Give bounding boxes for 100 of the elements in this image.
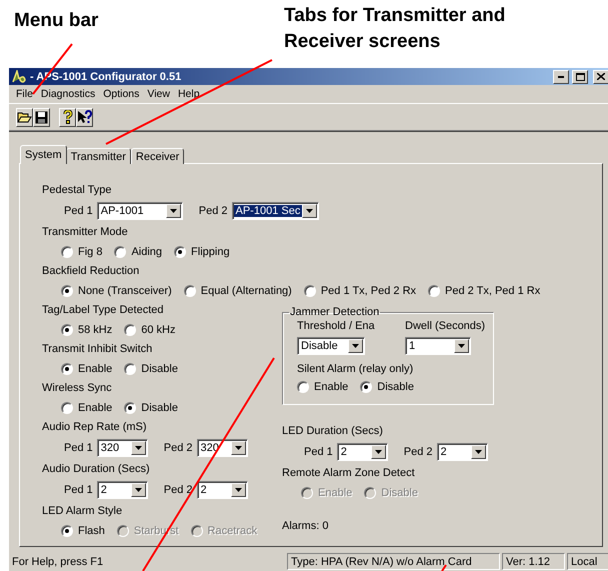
- radio-label: Racetrack: [208, 524, 258, 536]
- status-pane: Ver: 1.12: [502, 553, 565, 570]
- maximize-button[interactable]: [572, 70, 588, 84]
- radio-label: None (Transceiver): [78, 284, 172, 296]
- radio-button[interactable]: [61, 324, 73, 336]
- dropdown-arrow-icon: [170, 209, 177, 213]
- radio-label: Ped 2 Tx, Ped 1 Rx: [445, 284, 540, 296]
- section-label: Transmit Inhibit Switch: [42, 342, 154, 357]
- section-label: Backfield Reduction: [42, 264, 140, 279]
- radio-button[interactable]: [61, 362, 73, 374]
- radio-label: Enable: [78, 402, 112, 414]
- radio-button[interactable]: [174, 246, 186, 258]
- save-button[interactable]: [33, 108, 50, 126]
- menu-item[interactable]: Help: [174, 88, 204, 100]
- radio-button[interactable]: [297, 380, 309, 392]
- menu-item[interactable]: View: [143, 88, 174, 100]
- open-folder-button[interactable]: [16, 108, 33, 126]
- dropdown-field[interactable]: 320: [96, 439, 148, 457]
- menu-item[interactable]: Options: [99, 88, 144, 100]
- radio-label: Disable: [381, 486, 418, 498]
- section-label: Transmitter Mode: [42, 225, 129, 240]
- alarms-count: Alarms: 0: [282, 520, 330, 532]
- annotation-label: Menu bar: [14, 10, 100, 32]
- close-icon: [597, 73, 605, 80]
- field-label: Ped 2: [198, 205, 228, 217]
- field-label: Silent Alarm (relay only): [297, 362, 414, 377]
- close-button[interactable]: [593, 70, 608, 84]
- radio-label: Disable: [141, 402, 178, 414]
- tab[interactable]: Receiver: [130, 148, 184, 164]
- dropdown-arrow-icon: [474, 450, 482, 454]
- radio-button[interactable]: [61, 524, 73, 536]
- group-title: Jammer Detection: [289, 306, 380, 318]
- maximize-icon: [576, 72, 584, 80]
- field-label: Ped 2: [164, 442, 192, 454]
- dropdown-field[interactable]: 2: [196, 481, 248, 499]
- radio-button[interactable]: [61, 402, 73, 414]
- radio-label: Disable: [141, 362, 178, 374]
- radio-button[interactable]: [61, 284, 73, 296]
- radio-button[interactable]: [428, 284, 440, 296]
- tab[interactable]: System: [20, 145, 67, 164]
- dropdown-field[interactable]: 2: [436, 443, 488, 461]
- radio-label: 58 kHz: [78, 324, 112, 336]
- field-label: Ped 1: [64, 442, 93, 454]
- radio-button[interactable]: [61, 246, 73, 258]
- radio-button[interactable]: [124, 324, 136, 336]
- dropdown-arrow-icon: [134, 488, 142, 492]
- dropdown-field[interactable]: AP-1001: [96, 202, 183, 220]
- section-label: Audio Rep Rate (mS): [42, 420, 148, 435]
- dropdown-arrow-icon: [458, 344, 465, 348]
- menu-item[interactable]: Diagnostics: [36, 88, 100, 100]
- dropdown-arrow-icon: [306, 209, 313, 213]
- section-label: Tag/Label Type Detected: [42, 303, 164, 318]
- dropdown-arrow-icon: [234, 488, 242, 492]
- radio-label: 60 kHz: [141, 324, 176, 336]
- dropdown-arrow-icon: [374, 450, 382, 454]
- section-label: LED Alarm Style: [42, 504, 124, 519]
- field-label: Ped 1: [64, 205, 93, 217]
- radio-label: Flash: [78, 524, 105, 536]
- minimize-button[interactable]: [553, 70, 569, 84]
- app-icon: [11, 70, 27, 84]
- dropdown-field[interactable]: 1: [405, 337, 471, 355]
- annotation-label: Tabs for Transmitter and Receiver screens: [284, 4, 506, 54]
- radio-button[interactable]: [304, 284, 316, 296]
- field-label: Dwell (Seconds): [405, 319, 486, 334]
- radio-label: Enable: [314, 380, 348, 392]
- radio-label: Fig 8: [78, 246, 102, 258]
- minimize-icon: [558, 76, 564, 78]
- radio-button[interactable]: [184, 284, 196, 296]
- dropdown-arrow-icon: [234, 446, 242, 450]
- dropdown-field[interactable]: AP-1001 Sec: [232, 202, 318, 220]
- section-label: Remote Alarm Zone Detect: [282, 466, 416, 481]
- radio-button[interactable]: [124, 362, 136, 374]
- radio-button[interactable]: [124, 402, 136, 414]
- radio-label: Equal (Alternating): [200, 284, 292, 296]
- dropdown-field[interactable]: Disable: [297, 337, 365, 355]
- section-label: Wireless Sync: [42, 381, 113, 396]
- radio-button[interactable]: [114, 246, 126, 258]
- radio-label: Flipping: [191, 246, 230, 258]
- field-label: Ped 2: [404, 446, 432, 458]
- radio-label: Ped 1 Tx, Ped 2 Rx: [320, 284, 416, 296]
- field-label: Ped 1: [304, 446, 333, 458]
- menu-item[interactable]: File: [12, 88, 37, 100]
- radio-label: Enable: [78, 362, 112, 374]
- context-help-button[interactable]: [76, 108, 93, 126]
- dropdown-field[interactable]: 2: [96, 481, 148, 499]
- leader-line: [441, 564, 447, 571]
- dropdown-arrow-icon: [134, 446, 142, 450]
- tab[interactable]: Transmitter: [66, 148, 131, 164]
- status-pane: Type: HPA (Rev N/A) w/o Alarm Card: [287, 553, 500, 570]
- section-label: LED Duration (Secs): [282, 424, 384, 439]
- section-label: Pedestal Type: [42, 183, 113, 198]
- field-label: Ped 1: [64, 484, 93, 496]
- field-label: Threshold / Ena: [297, 319, 376, 334]
- radio-button[interactable]: [360, 380, 372, 392]
- dropdown-field[interactable]: 2: [336, 443, 388, 461]
- dropdown-arrow-icon: [352, 344, 359, 348]
- status-pane: For Help, press F1: [11, 554, 104, 570]
- radio-label: Aiding: [131, 246, 162, 258]
- help-button[interactable]: [59, 108, 76, 126]
- radio-label: Disable: [377, 380, 414, 392]
